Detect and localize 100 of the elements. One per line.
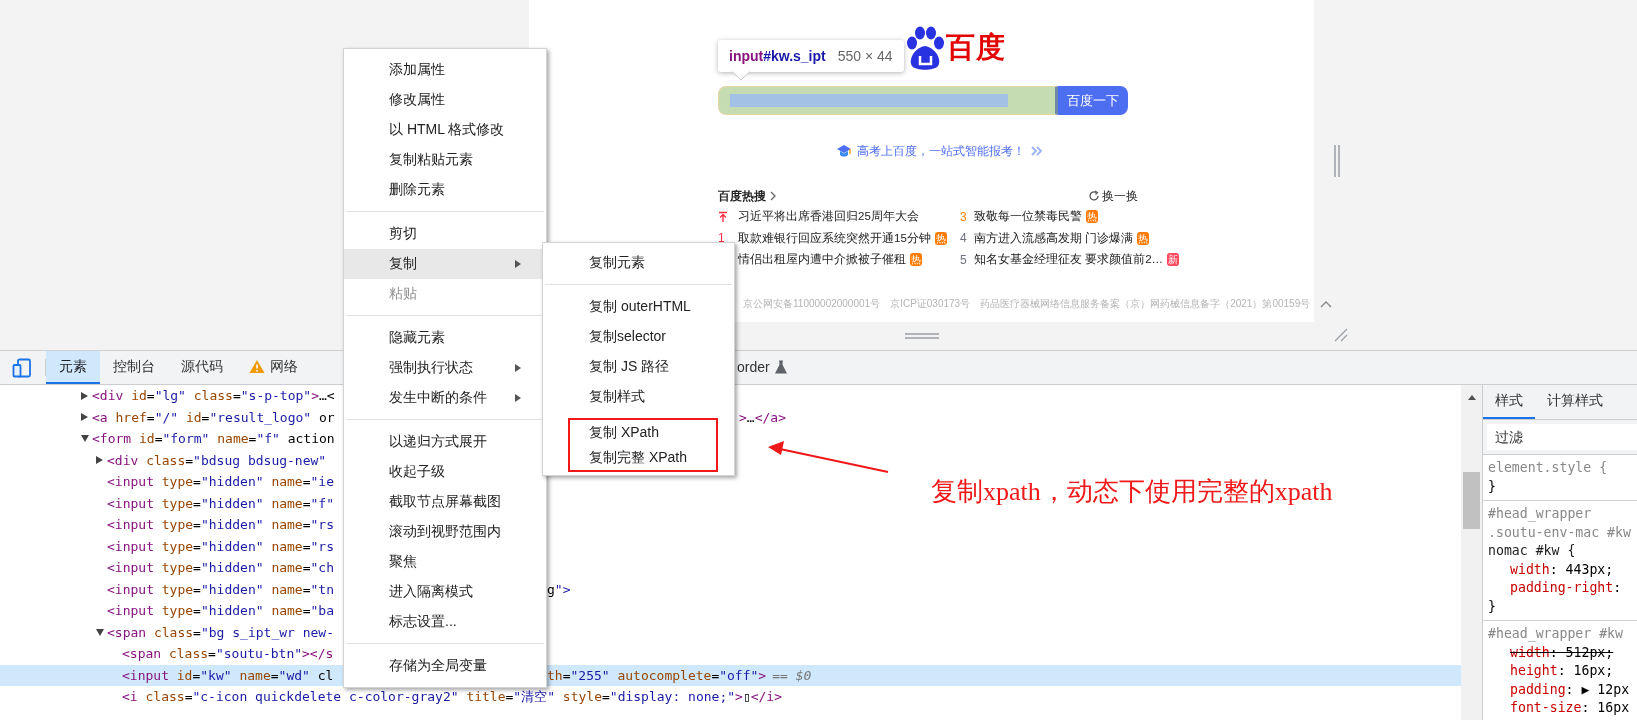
css-brace: } — [1488, 477, 1497, 496]
promo-link[interactable]: 高考上百度，一站式智能报考！ — [857, 142, 1025, 160]
tooltip-size: 550 × 44 — [837, 48, 893, 64]
css-declaration: padding-right: — [1509, 579, 1623, 597]
chevron-right-icon — [769, 190, 777, 202]
code-line[interactable]: <a href="/" id="result_logo" or — [0, 406, 343, 428]
rank-number: 4 — [960, 231, 967, 246]
code-line[interactable]: <input type="hidden" name="ie — [0, 471, 343, 493]
resize-handle-icon[interactable] — [904, 333, 939, 339]
hot-search-item[interactable]: 习近平将出席香港回归25周年大会 — [738, 209, 919, 225]
menu-item[interactable]: 复制 outerHTML — [543, 292, 734, 322]
rank-number: 3 — [960, 209, 967, 224]
device-toggle-icon[interactable] — [12, 357, 32, 378]
code-line[interactable]: <input type="hidden" name="rs — [0, 514, 343, 536]
devtools-tab[interactable]: 源代码 — [168, 351, 236, 384]
code-line[interactable]: <input type="hidden" name="ch — [0, 557, 343, 579]
double-chevron-icon — [1030, 145, 1044, 157]
menu-item[interactable]: 聚焦 — [344, 547, 546, 577]
css-brace: } — [1488, 597, 1497, 616]
hot-search-item[interactable]: 南方进入流感高发期 门诊爆满 — [974, 230, 1134, 246]
code-line[interactable]: <div id="lg" class="s-p-top">…< — [0, 385, 343, 407]
filter-field[interactable]: 过滤 — [1487, 424, 1637, 450]
css-declaration: width: 512px; — [1509, 643, 1615, 662]
menu-item[interactable]: 截取节点屏幕截图 — [344, 487, 546, 517]
hot-search-item[interactable]: 取款难银行回应系统突然开通15分钟 — [738, 230, 931, 246]
collapse-triangle-icon[interactable] — [80, 434, 90, 444]
tooltip-selector: input#kw.s_ipt — [729, 48, 826, 64]
css-selector: element.style { — [1488, 459, 1609, 477]
refresh-button[interactable]: 换一换 — [1088, 187, 1138, 205]
devtools-tab[interactable]: 网络 — [236, 351, 311, 384]
menu-item[interactable]: 复制样式 — [543, 382, 734, 412]
expand-triangle-icon[interactable] — [80, 390, 89, 401]
expand-triangle-icon[interactable] — [80, 412, 89, 423]
code-line[interactable]: <span class="soutu-btn"></s — [0, 643, 343, 665]
code-line[interactable]: <form id="form" name="f" action — [0, 428, 343, 450]
menu-item[interactable]: 复制 JS 路径 — [543, 352, 734, 382]
resize-corner-icon[interactable] — [1334, 328, 1348, 342]
warning-icon — [249, 359, 265, 374]
menu-item[interactable]: 复制 XPath — [570, 420, 716, 445]
code-line[interactable]: g"> — [547, 578, 1461, 600]
code-line[interactable]: <input type="hidden" name="rs — [0, 535, 343, 557]
menu-item[interactable]: 以 HTML 格式修改 — [344, 115, 546, 145]
hot-search-item[interactable]: 致敬每一位禁毒民警 — [974, 209, 1082, 225]
chevron-up-icon[interactable] — [1320, 299, 1333, 308]
css-declaration: padding: ▶ 12px — [1509, 680, 1631, 699]
menu-item[interactable]: 滚动到视野范围内 — [344, 517, 546, 547]
css-selector: nomac #kw { — [1488, 542, 1577, 560]
menu-item[interactable]: 删除元素 — [344, 175, 546, 205]
code-line[interactable]: <input type="hidden" name="f" — [0, 492, 343, 514]
resize-handle-icon[interactable] — [1334, 145, 1340, 177]
code-line[interactable]: <i class="c-icon quickdelete c-color-gray2" title="清空" style="display: none;">▯</i> — [0, 686, 1461, 708]
hot-search-title[interactable]: 百度热搜 — [718, 187, 766, 205]
menu-item[interactable]: 修改属性 — [344, 85, 546, 115]
menu-item[interactable]: 剪切 — [344, 219, 546, 249]
graduation-cap-icon — [836, 144, 852, 158]
scrollbar-thumb[interactable] — [1463, 472, 1480, 529]
hot-badge: 热 — [1137, 231, 1150, 245]
collapse-triangle-icon[interactable] — [95, 627, 105, 637]
menu-item[interactable]: 隐藏元素 — [344, 323, 546, 353]
hot-badge: 新 — [1167, 253, 1180, 267]
styles-tab[interactable]: 计算样式 — [1535, 385, 1615, 419]
menu-item[interactable]: 收起子级 — [344, 457, 546, 487]
menu-item[interactable]: 发生中断的条件 — [344, 383, 546, 413]
menu-item[interactable]: 存储为全局变量 — [344, 651, 546, 681]
devtools-tab[interactable]: 元素 — [46, 351, 100, 384]
menu-item[interactable]: 以递归方式展开 — [344, 427, 546, 457]
code-line[interactable]: <div class="bdsug bdsug-new" — [0, 449, 343, 471]
devtools-tab[interactable]: order — [737, 351, 800, 384]
menu-item[interactable]: 进入隔离模式 — [344, 577, 546, 607]
menu-item[interactable]: 添加属性 — [344, 55, 546, 85]
code-line[interactable]: <input type="hidden" name="tn — [0, 578, 343, 600]
css-selector: #head_wrapper — [1488, 505, 1593, 524]
pin-top-icon — [718, 210, 728, 223]
hot-search-item[interactable]: 情侣出租屋内遭中介掀被子催租 — [738, 252, 906, 268]
search-field[interactable] — [718, 86, 1058, 115]
css-declaration: width: 443px; — [1509, 560, 1615, 579]
annotation-text: 复制xpath，动态下使用完整的xpath — [931, 477, 1333, 507]
css-selector: #head_wrapper #kw — [1488, 625, 1624, 644]
menu-item[interactable]: 强制执行状态 — [344, 353, 546, 383]
hot-search-item[interactable]: 知名女基金经理征友 要求颜值前2… — [974, 252, 1164, 268]
menu-item[interactable]: 复制粘贴元素 — [344, 145, 546, 175]
logo-text: 百度 — [946, 30, 1006, 65]
menu-item[interactable]: 复制元素 — [543, 248, 734, 278]
devtools-tab[interactable]: 控制台 — [100, 351, 168, 384]
menu-item[interactable]: 复制完整 XPath — [570, 445, 716, 470]
menu-item[interactable]: 标志设置... — [344, 607, 546, 637]
search-button[interactable]: 百度一下 — [1058, 86, 1128, 115]
hot-badge: 热 — [934, 231, 947, 245]
hot-badge: 热 — [910, 253, 922, 267]
expand-triangle-icon[interactable] — [95, 455, 104, 466]
code-line[interactable]: >…</a> — [739, 406, 1461, 428]
css-declaration: height: 16px; — [1509, 662, 1615, 680]
refresh-icon — [1088, 190, 1100, 202]
scroll-up-icon[interactable] — [1466, 394, 1477, 401]
menu-item[interactable]: 复制selector — [543, 322, 734, 352]
css-declaration: font-size: 16px — [1509, 699, 1631, 717]
code-line[interactable]: <span class="bg s_ipt_wr new- — [0, 621, 343, 643]
code-line[interactable]: <input type="hidden" name="ba — [0, 600, 343, 622]
hot-badge: 热 — [1086, 210, 1098, 224]
rank-number: 1 — [718, 231, 725, 246]
